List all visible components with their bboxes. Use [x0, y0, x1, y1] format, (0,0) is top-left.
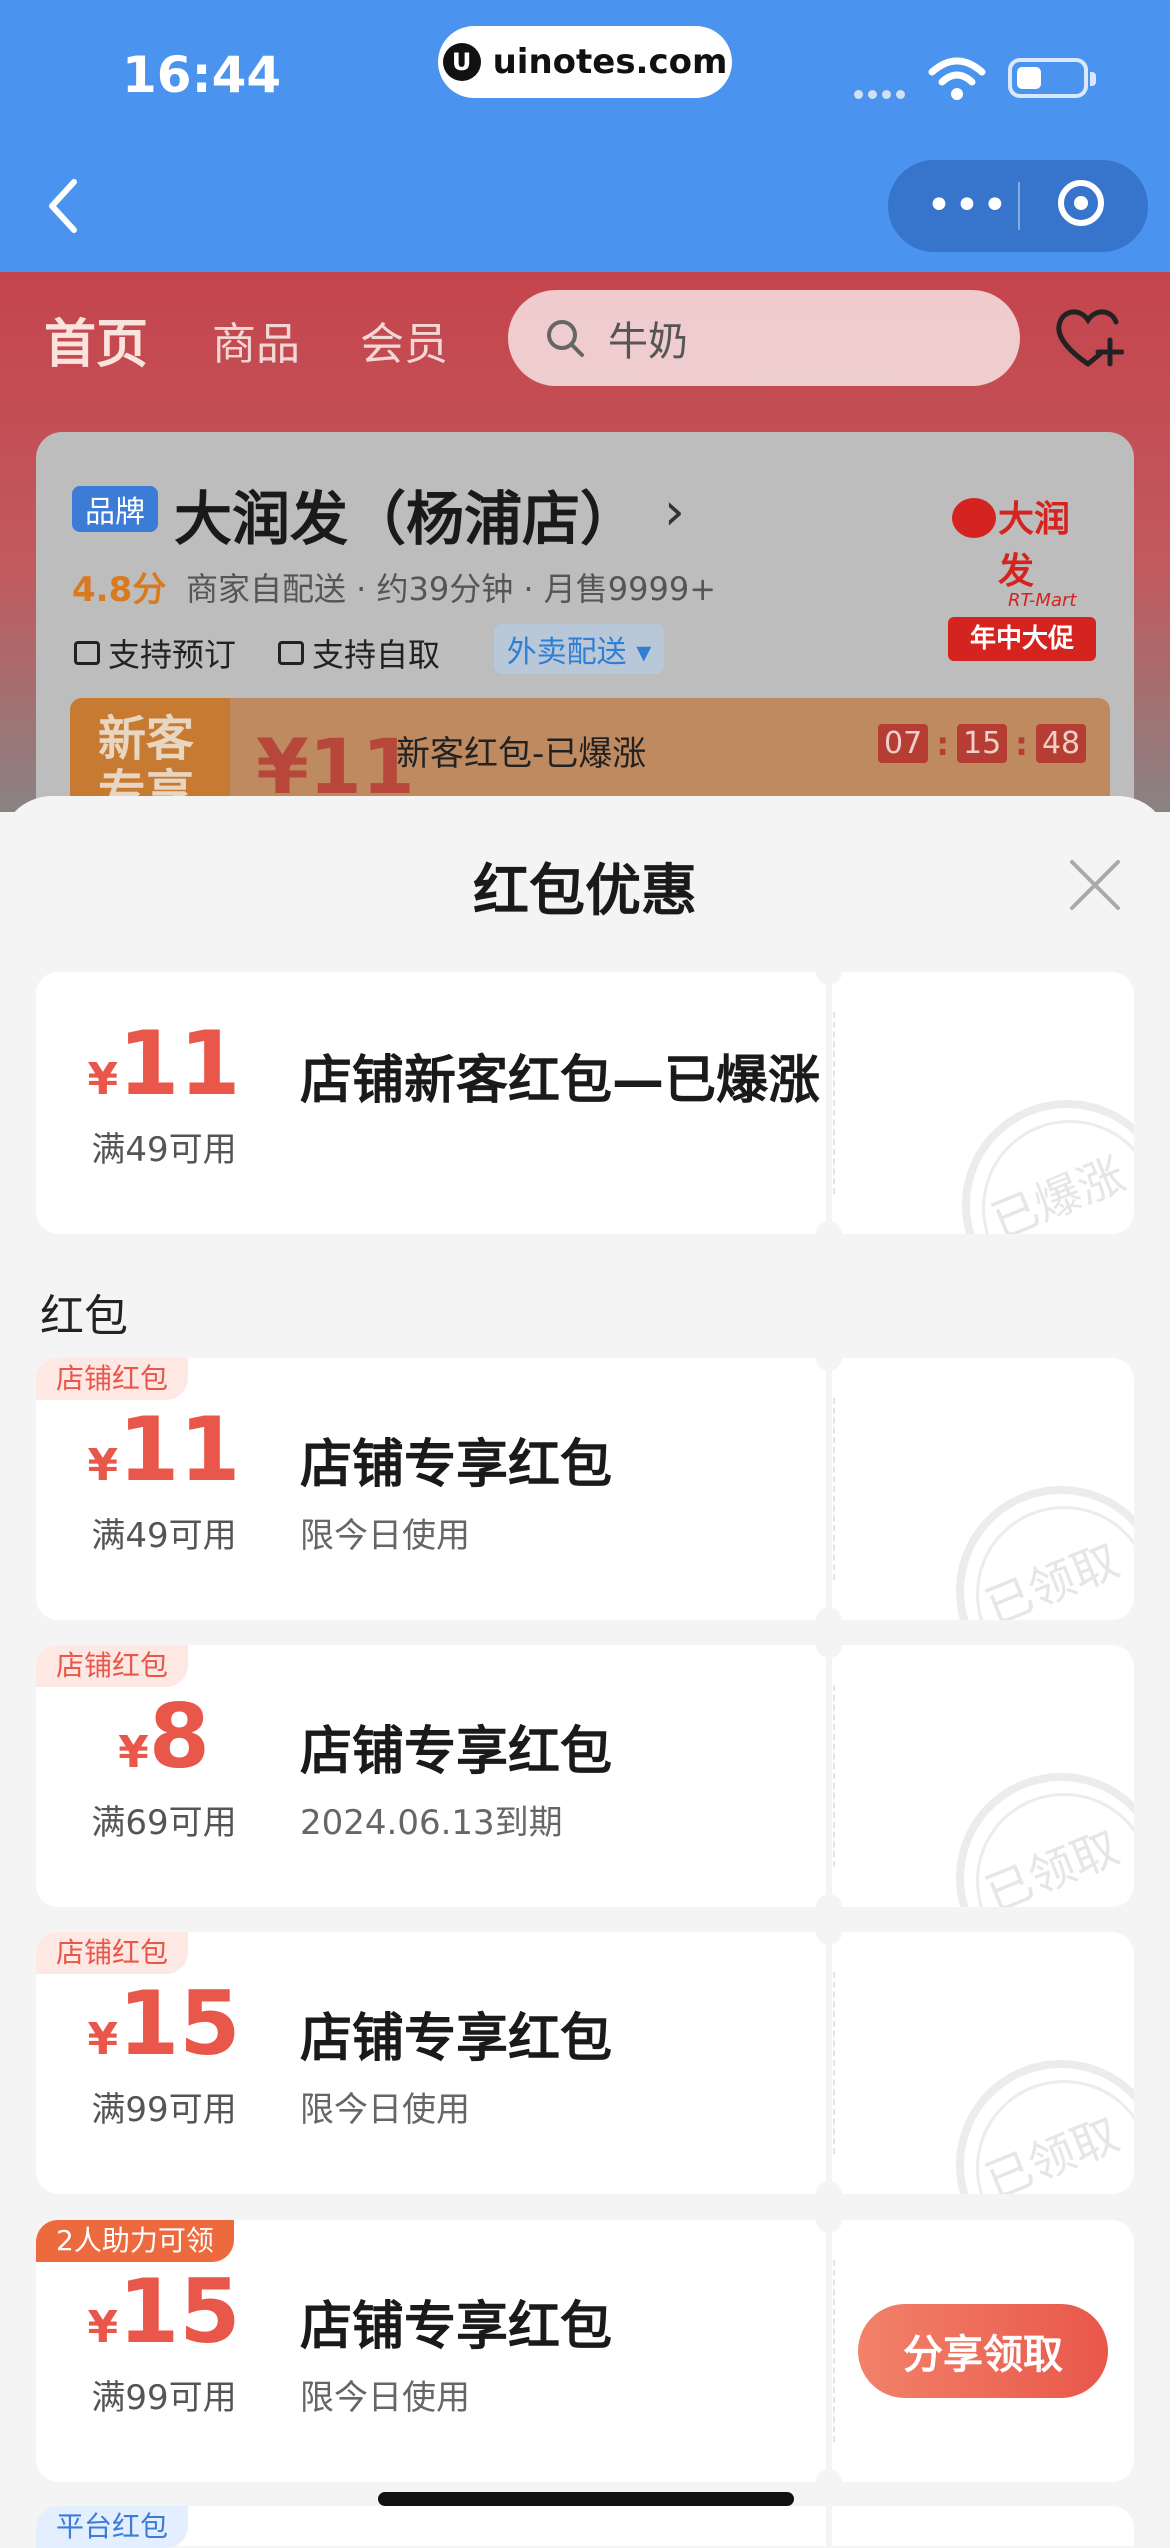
mini-program-capsule[interactable]: ••• [888, 160, 1148, 252]
nav-member[interactable]: 会员 [360, 308, 448, 372]
stamp-icon: 已领取 [956, 2060, 1134, 2194]
store-rating: 4.8分 [72, 570, 167, 610]
coupon-tag: 店铺红包 [36, 1932, 189, 1974]
url-pill: U uinotes.com [438, 26, 732, 98]
coupon-subtitle: 限今日使用 [300, 1516, 470, 1556]
coupon-tag: 2人助力可领 [36, 2220, 234, 2262]
home-indicator [378, 2492, 794, 2506]
nav-home[interactable]: 首页 [44, 302, 148, 377]
store-name[interactable]: 大润发（杨浦店） [174, 472, 638, 556]
close-icon[interactable] [1066, 856, 1124, 914]
coupon-condition: 满99可用 [91, 2378, 237, 2418]
coupon-tag: 店铺红包 [36, 1645, 189, 1687]
coupon-condition: 满99可用 [91, 2090, 237, 2130]
stamp-icon: 已领取 [956, 1773, 1134, 1907]
search-input[interactable]: 牛奶 [508, 290, 1020, 386]
nav-goods[interactable]: 商品 [212, 308, 300, 372]
share-claim-button[interactable]: 分享领取 [858, 2304, 1108, 2398]
coupon-title: 店铺专享红包 [300, 1722, 613, 1782]
coupon-title: 店铺专享红包 [300, 2297, 613, 2357]
wifi-icon [928, 57, 986, 100]
feature-pickup: 支持自取 [278, 630, 440, 676]
stamp-icon: 已爆涨 [962, 1100, 1134, 1234]
more-dots-icon[interactable]: ••• [926, 184, 1010, 228]
coupon-subtitle: 2024.06.13到期 [300, 1803, 563, 1843]
coupon-amount: ¥11 [87, 1398, 241, 1501]
coupon-subtitle: 限今日使用 [300, 2090, 470, 2130]
site-url: uinotes.com [492, 42, 728, 82]
coupon-title: 店铺专享红包 [300, 1435, 613, 1495]
coupon-amount: ¥15 [87, 1972, 241, 2075]
promo-badge: 年中大促 [948, 617, 1096, 661]
coupon-title: 店铺专享红包 [300, 2009, 613, 2069]
store-icon [278, 641, 304, 665]
coupon-amount: ¥15 [87, 2260, 241, 2363]
store-meta: 商家自配送 · 约39分钟 · 月售9999+ [186, 570, 717, 608]
brand-badge: 品牌 [72, 486, 158, 532]
coupon-card: 平台红包 [36, 2506, 1134, 2548]
coupon-title: 店铺新客红包—已爆涨 [300, 1051, 821, 1111]
new-customer-banner: 新客专享 ¥11 新客红包-已爆涨 07: 15: 48 [70, 698, 1110, 808]
coupon-card: 已领取 店铺红包 ¥11 满49可用 店铺专享红包 限今日使用 [36, 1345, 1134, 1633]
new-customer-title: 新客红包-已爆涨 [396, 734, 647, 774]
coupon-card: 已爆涨 ¥11 满49可用 店铺新客红包—已爆涨 [36, 959, 1134, 1247]
countdown-timer: 07: 15: 48 [878, 724, 1087, 763]
calendar-icon [74, 641, 100, 665]
coupon-condition: 满69可用 [91, 1803, 237, 1843]
store-logo: 大润发 RT-Mart 年中大促 [948, 490, 1096, 661]
stamp-icon: 已领取 [956, 1486, 1134, 1620]
coupon-card: 分享领取 2人助力可领 ¥15 满99可用 店铺专享红包 限今日使用 [36, 2207, 1134, 2495]
coupon-card: 已领取 店铺红包 ¥8 满69可用 店铺专享红包 2024.06.13到期 [36, 1632, 1134, 1920]
coupon-subtitle: 限今日使用 [300, 2378, 470, 2418]
coupon-condition: 满49可用 [91, 1130, 237, 1170]
chevron-right-icon[interactable]: › [664, 482, 685, 542]
coupon-amount: ¥11 [87, 1012, 241, 1115]
delivery-mode-select[interactable]: 外卖配送 ▾ [494, 624, 664, 674]
section-label: 红包 [40, 1291, 128, 1342]
search-icon [547, 320, 584, 357]
new-customer-label: 新客专享 [70, 698, 230, 808]
favorite-heart-icon[interactable] [1052, 302, 1124, 372]
coupon-condition: 满49可用 [91, 1516, 237, 1556]
coupon-amount: ¥8 [118, 1685, 210, 1788]
coupon-tag: 店铺红包 [36, 1358, 189, 1400]
feature-preorder: 支持预订 [74, 630, 236, 676]
search-placeholder: 牛奶 [608, 319, 688, 365]
status-time: 16:44 [122, 46, 282, 104]
battery-icon [1008, 58, 1096, 98]
store-logo-sub: RT-Mart [1008, 590, 1077, 611]
signal-icon [854, 84, 914, 99]
coupon-card: 已领取 店铺红包 ¥15 满99可用 店铺专享红包 限今日使用 [36, 1919, 1134, 2207]
sheet-title: 红包优惠 [473, 859, 697, 924]
coupon-tag: 平台红包 [36, 2506, 189, 2548]
site-logo-icon: U [442, 43, 481, 81]
close-target-icon[interactable] [1058, 180, 1104, 226]
back-arrow-icon[interactable] [44, 176, 84, 236]
